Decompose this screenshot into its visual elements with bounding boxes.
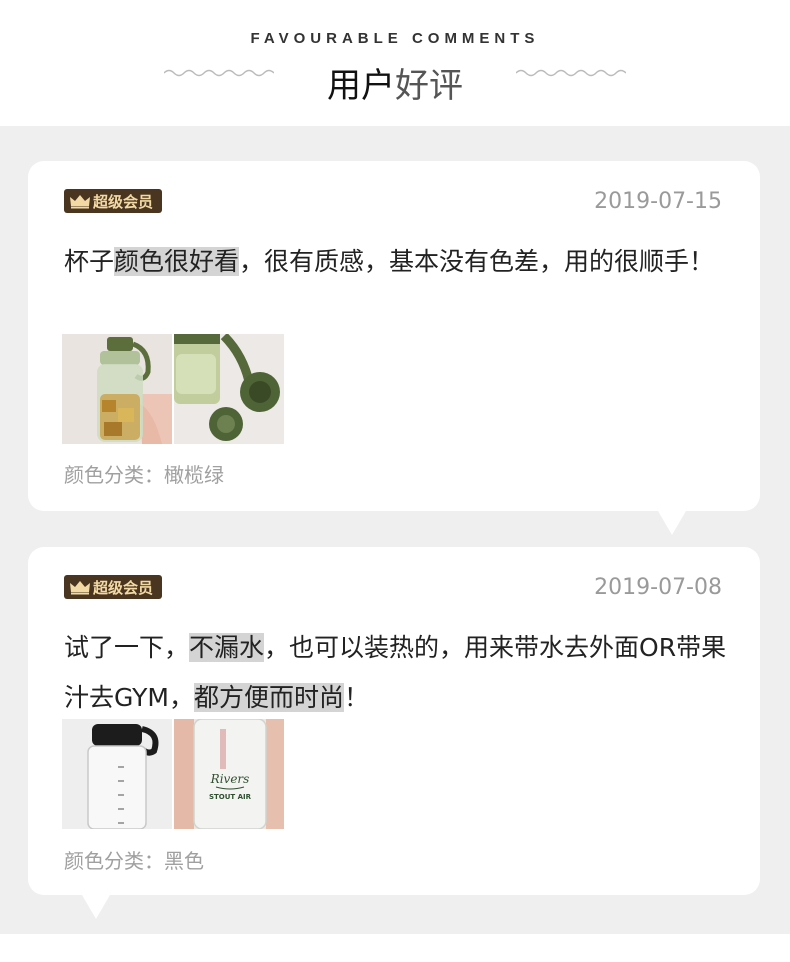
vip-badge-label: 超级会员 — [93, 192, 154, 211]
review-card: 超级会员 2019-07-15 杯子颜色很好看，很有质感，基本没有色差，用的很顺… — [28, 161, 760, 511]
bubble-tail — [82, 895, 110, 919]
vip-badge-label: 超级会员 — [93, 578, 154, 597]
review-card: 超级会员 2019-07-08 试了一下，不漏水，也可以装热的，用来带水去外面O… — [28, 547, 760, 895]
olive-lid-photo[interactable] — [174, 334, 284, 444]
review-date: 2019-07-08 — [594, 575, 722, 600]
review-text-highlight: 颜色很好看 — [114, 247, 240, 276]
svg-text:Rivers: Rivers — [210, 772, 250, 786]
review-photos — [62, 334, 284, 444]
review-text-highlight: 都方便而时尚 — [193, 683, 344, 712]
bubble-tail — [658, 511, 686, 535]
olive-bottle-photo[interactable] — [62, 334, 172, 444]
clear-bottle-photo[interactable]: Rivers STOUT AIR — [174, 719, 284, 829]
review-text-part: ！ — [343, 683, 369, 712]
review-date: 2019-07-15 — [594, 189, 722, 214]
header-zh-main: 用户 — [327, 66, 395, 106]
vip-badge: 超级会员 — [64, 575, 162, 599]
review-text-part: ，很有质感，基本没有色差，用的很顺手！ — [239, 247, 715, 276]
review-text-part: 试了一下， — [64, 633, 190, 662]
review-photos: Rivers STOUT AIR — [62, 719, 284, 829]
vip-badge: 超级会员 — [64, 189, 162, 213]
review-text: 试了一下，不漏水，也可以装热的，用来带水去外面OR带果汁去GYM，都方便而时尚！ — [64, 623, 734, 723]
review-text-highlight: 不漏水 — [189, 633, 265, 662]
header-en-title: FAVOURABLE COMMENTS — [250, 30, 540, 47]
crown-icon — [70, 581, 90, 595]
page-header: FAVOURABLE COMMENTS 用户好评 — [0, 0, 790, 126]
color-variant: 颜色分类：黑色 — [64, 849, 204, 873]
header-zh-light: 好评 — [395, 66, 463, 106]
review-text: 杯子颜色很好看，很有质感，基本没有色差，用的很顺手！ — [64, 237, 734, 287]
color-variant: 颜色分类：橄榄绿 — [64, 463, 224, 487]
black-bottle-photo[interactable] — [62, 719, 172, 829]
bottom-strip — [0, 934, 790, 962]
svg-text:STOUT AIR: STOUT AIR — [209, 793, 252, 801]
review-text-part: 杯子 — [64, 247, 115, 276]
crown-icon — [70, 195, 90, 209]
header-zh-title: 用户好评 — [0, 58, 790, 107]
wave-divider-right — [516, 69, 626, 77]
